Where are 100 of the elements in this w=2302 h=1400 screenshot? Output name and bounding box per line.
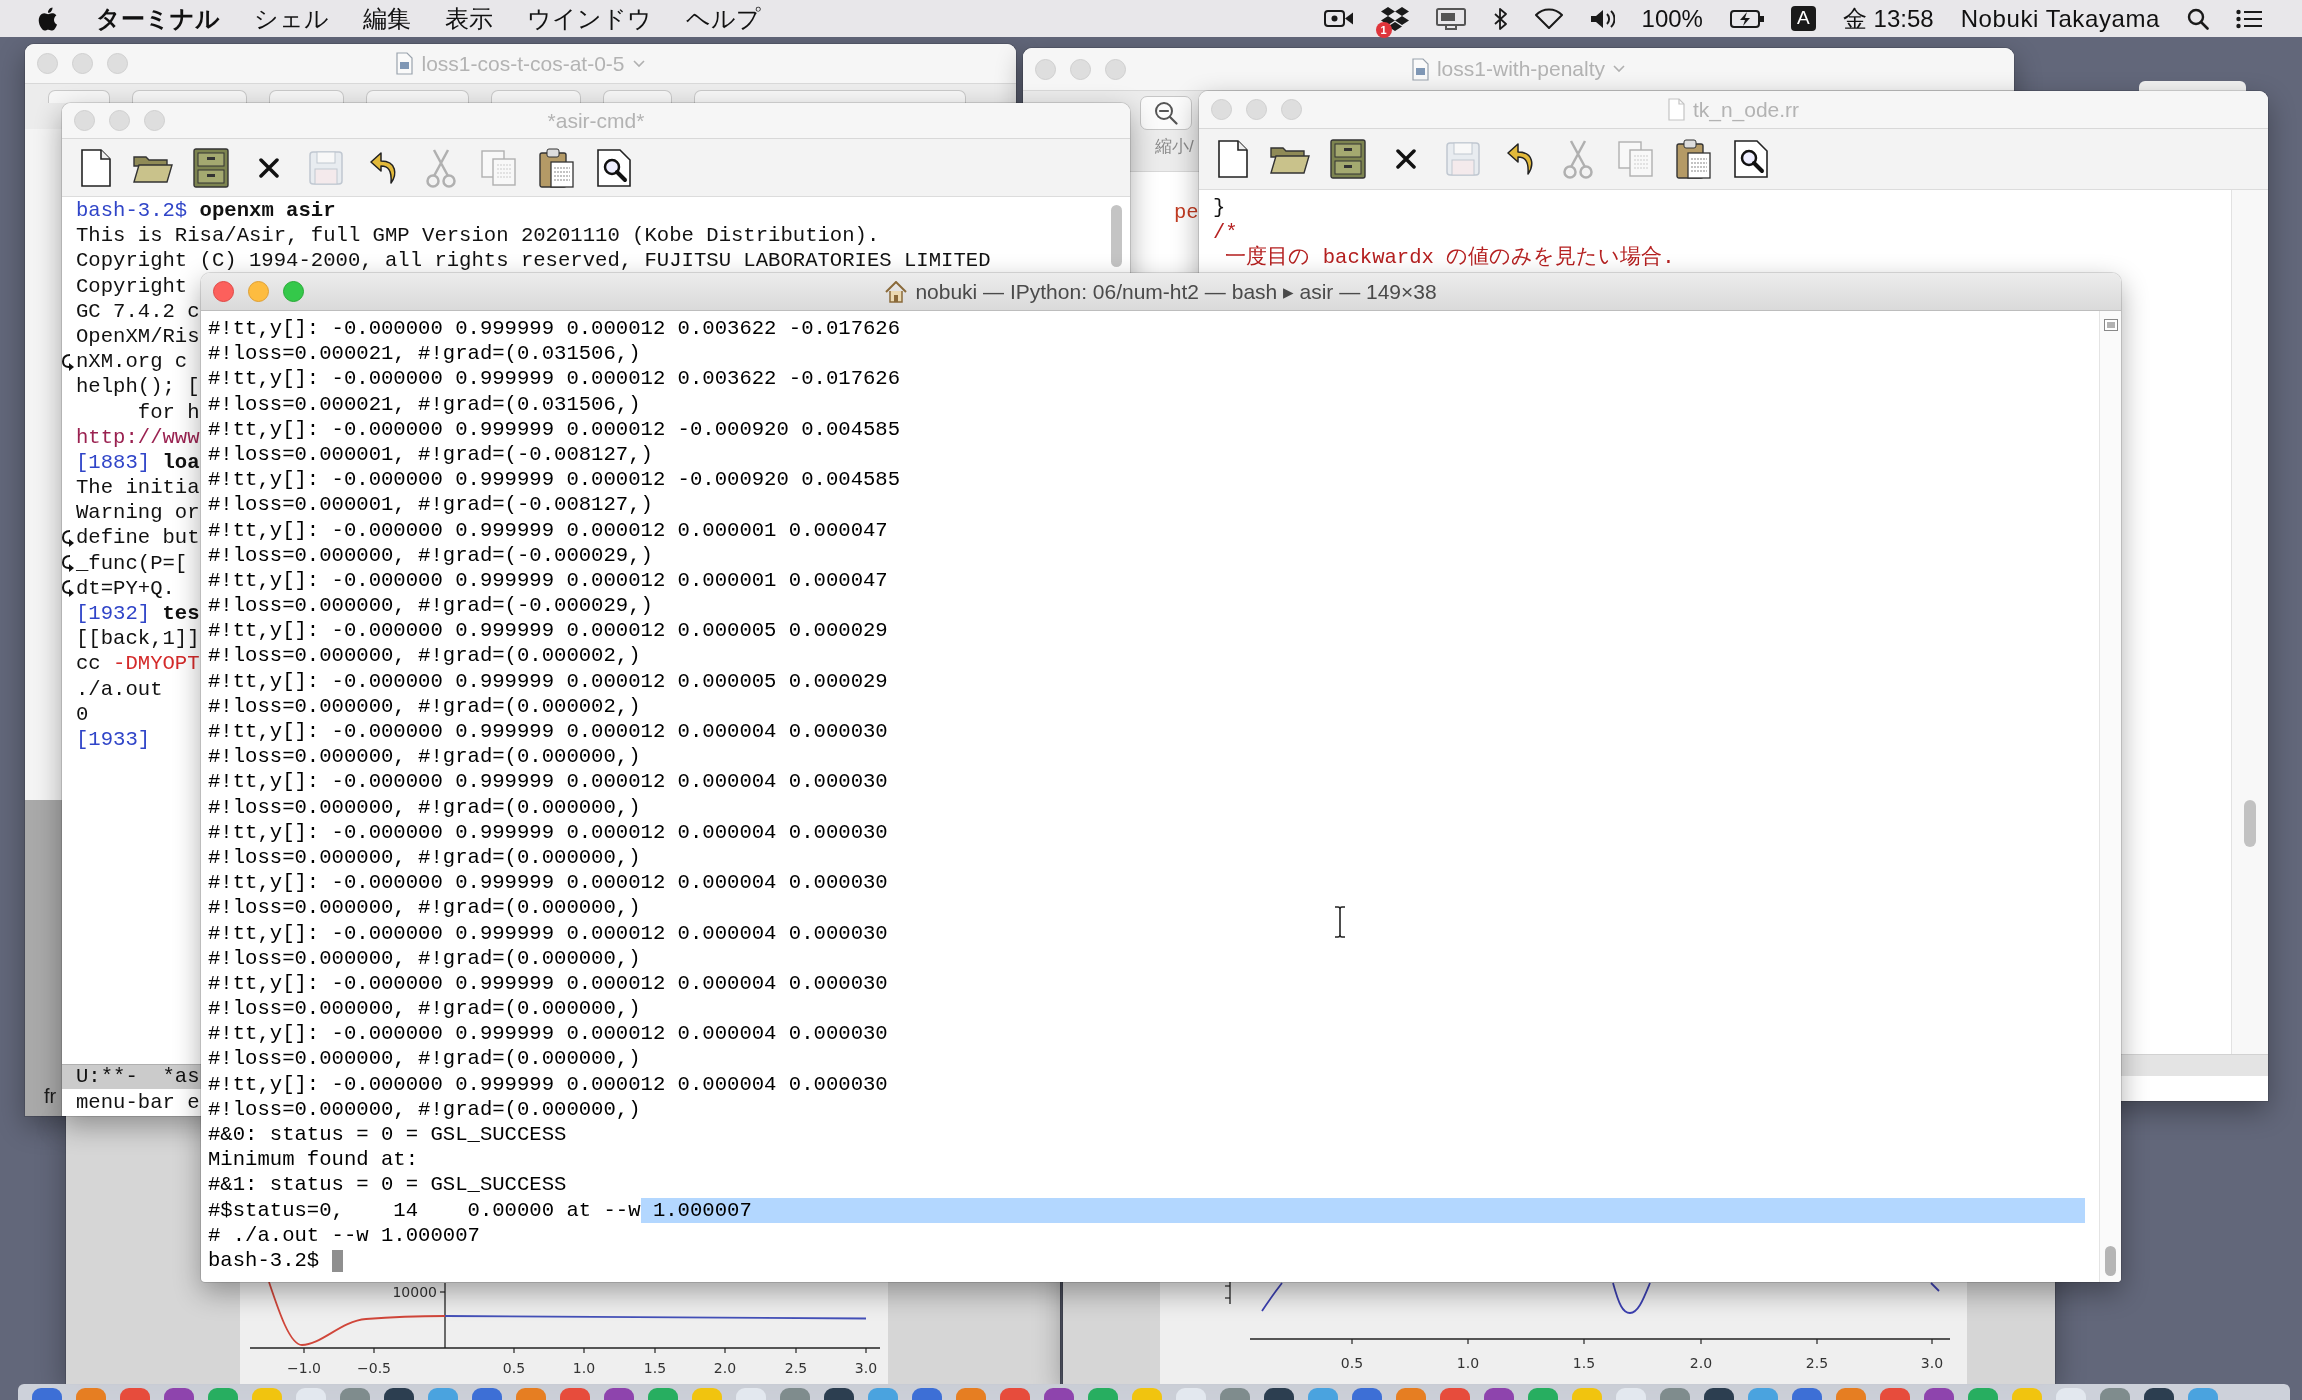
wifi-icon[interactable] <box>1534 8 1563 29</box>
app-icon[interactable] <box>1924 1388 1954 1400</box>
list-icon[interactable] <box>2236 8 2262 29</box>
file-cabinet-icon[interactable] <box>1330 139 1366 179</box>
file-cabinet-icon[interactable] <box>193 147 229 188</box>
code-line: 一度目の backwardx の値のみを見たい場合. <box>1224 245 1675 271</box>
clipboard-icon[interactable] <box>1675 139 1712 179</box>
scrollbar-thumb[interactable] <box>2105 1246 2116 1276</box>
terminal-line: #!loss=0.000021, #!grad=(0.031506,) <box>208 341 641 367</box>
folder-icon[interactable] <box>1270 144 1311 174</box>
chevron-down-icon[interactable] <box>1613 65 1626 73</box>
buffer-line: OpenXM/Ris <box>76 323 200 350</box>
app-icon[interactable] <box>472 1388 502 1400</box>
tick-label: −0.5 <box>357 1360 391 1376</box>
terminal-line: #!tt,y[]: -0.000000 0.999999 0.000012 0.000005 0.000029 <box>208 618 888 644</box>
terminal-line: #!tt,y[]: -0.000000 0.999999 0.000012 0.000001 0.000047 <box>208 517 888 543</box>
blank-page-icon[interactable] <box>1217 140 1248 178</box>
zoom-window-icon[interactable] <box>1281 99 1302 120</box>
terminal-line: # ./a.out --w 1.000007 <box>208 1222 480 1248</box>
app-icon[interactable] <box>2144 1388 2174 1400</box>
terminal-line: #!loss=0.000000, #!grad=(0.000000,) <box>208 794 641 820</box>
search-icon[interactable] <box>1734 140 1769 178</box>
terminal-line: Minimum found at: <box>208 1147 419 1173</box>
minimize-window-icon[interactable] <box>248 281 269 302</box>
speaker-icon[interactable] <box>1589 7 1615 30</box>
buffer-line: This is Risa/Asir, full GMP Version 20201110 (Kobe Distribution). <box>76 223 880 249</box>
scrollbar-thumb[interactable] <box>2244 800 2256 847</box>
app-icon[interactable] <box>1044 1388 1074 1400</box>
buffer-line: [1933] <box>76 726 151 753</box>
zoom-window-icon[interactable] <box>144 110 165 131</box>
search-icon[interactable] <box>2187 7 2209 30</box>
terminal-line: #!tt,y[]: -0.000000 0.999999 0.000012 0.000004 0.000030 <box>208 819 888 845</box>
tick-label: −1.0 <box>287 1360 321 1376</box>
curved-arrow-icon[interactable] <box>1505 142 1536 176</box>
close-icon[interactable] <box>258 157 279 178</box>
minimize-window-icon[interactable] <box>72 53 93 74</box>
curve-line <box>1612 1282 1651 1314</box>
zoom-window-icon[interactable] <box>107 53 128 74</box>
split-box-icon[interactable] <box>2103 319 2118 331</box>
scrollbar-thumb[interactable] <box>1110 205 1122 267</box>
terminal-line: #!tt,y[]: -0.000000 0.999999 0.000012 -0.000920 0.004585 <box>208 416 901 442</box>
panel-text: fr <box>44 1084 57 1108</box>
terminal-line: #!tt,y[]: -0.000000 0.999999 0.000012 0.003622 -0.017626 <box>208 366 901 392</box>
zoom-window-icon[interactable] <box>283 281 304 302</box>
chevron-down-icon[interactable] <box>632 59 645 68</box>
search-icon[interactable] <box>597 148 632 187</box>
video-camera-icon[interactable] <box>1323 8 1354 29</box>
app-menu[interactable]: ターミナル <box>96 0 220 37</box>
input-source-menu[interactable]: A <box>1790 6 1816 31</box>
blank-page-icon <box>1667 98 1685 121</box>
minimize-window-icon[interactable] <box>1070 58 1091 80</box>
tick-label: 1.0 <box>572 1360 596 1376</box>
minimize-window-icon[interactable] <box>1246 99 1267 120</box>
terminal-line: #!tt,y[]: -0.000000 0.999999 0.000012 0.000004 0.000030 <box>208 920 888 946</box>
toolbar-button[interactable] <box>1140 96 1192 130</box>
app-icon[interactable] <box>32 1388 62 1400</box>
menu-item[interactable]: 表示 <box>445 0 493 37</box>
app-icon[interactable] <box>1484 1388 1514 1400</box>
close-window-icon[interactable] <box>213 281 234 302</box>
display-icon[interactable] <box>1435 7 1466 30</box>
app-icon[interactable] <box>1704 1388 1734 1400</box>
terminal-line: #!loss=0.000000, #!grad=(0.000000,) <box>208 844 641 871</box>
minimize-window-icon[interactable] <box>109 110 130 131</box>
app-icon[interactable] <box>824 1388 854 1400</box>
close-icon[interactable] <box>1395 149 1416 169</box>
app-icon[interactable] <box>1792 1388 1822 1400</box>
menu-item[interactable]: ウインドウ <box>527 0 652 37</box>
app-icon[interactable] <box>384 1388 414 1400</box>
apple-icon[interactable] <box>38 6 58 31</box>
buffer-line: http://www <box>76 424 200 450</box>
echo-area: menu-bar e <box>76 1089 200 1116</box>
tick-label: 1.0 <box>1456 1355 1480 1371</box>
menu-item[interactable]: シェル <box>254 0 329 37</box>
blank-page-icon[interactable] <box>80 148 111 187</box>
app-icon[interactable] <box>604 1388 634 1400</box>
tick-label: 3.0 <box>1920 1355 1944 1371</box>
window-title: *asir-cmd* <box>547 107 645 134</box>
menu-item[interactable]: 編集 <box>363 0 411 37</box>
bluetooth-icon[interactable] <box>1492 7 1508 30</box>
buffer-line: for h <box>136 399 200 425</box>
window-title: loss1-with-penalty <box>1436 56 1606 83</box>
clipboard-icon[interactable] <box>538 147 575 188</box>
terminal-line: #!tt,y[]: -0.000000 0.999999 0.000012 0.000004 0.000030 <box>208 870 888 896</box>
terminal-line: #!loss=0.000000, #!grad=(0.000002,) <box>208 643 641 669</box>
app-icon[interactable] <box>1352 1388 1382 1400</box>
zoom-window-icon[interactable] <box>1105 58 1126 80</box>
menu-item[interactable]: ヘルプ <box>686 0 761 37</box>
house-icon <box>885 280 908 303</box>
battery-icon[interactable] <box>1729 9 1764 28</box>
menu-clock[interactable]: 金 13:58 <box>1842 0 1934 37</box>
app-icon[interactable] <box>912 1388 942 1400</box>
user-menu[interactable]: Nobuki Takayama <box>1960 0 2160 37</box>
curve-line <box>1930 1282 1940 1292</box>
curved-arrow-icon[interactable] <box>368 150 399 185</box>
tick-label: 2.0 <box>713 1360 737 1376</box>
app-icon[interactable] <box>164 1388 194 1400</box>
app-icon[interactable] <box>1264 1388 1294 1400</box>
buffer-line: Warning or <box>76 500 200 526</box>
window-title: nobuki — IPython: 06/num-ht2 — bash ▸ asir — 149×38 <box>915 278 1437 305</box>
terminal-line: #!loss=0.000000, #!grad=(0.000000,) <box>208 895 641 921</box>
